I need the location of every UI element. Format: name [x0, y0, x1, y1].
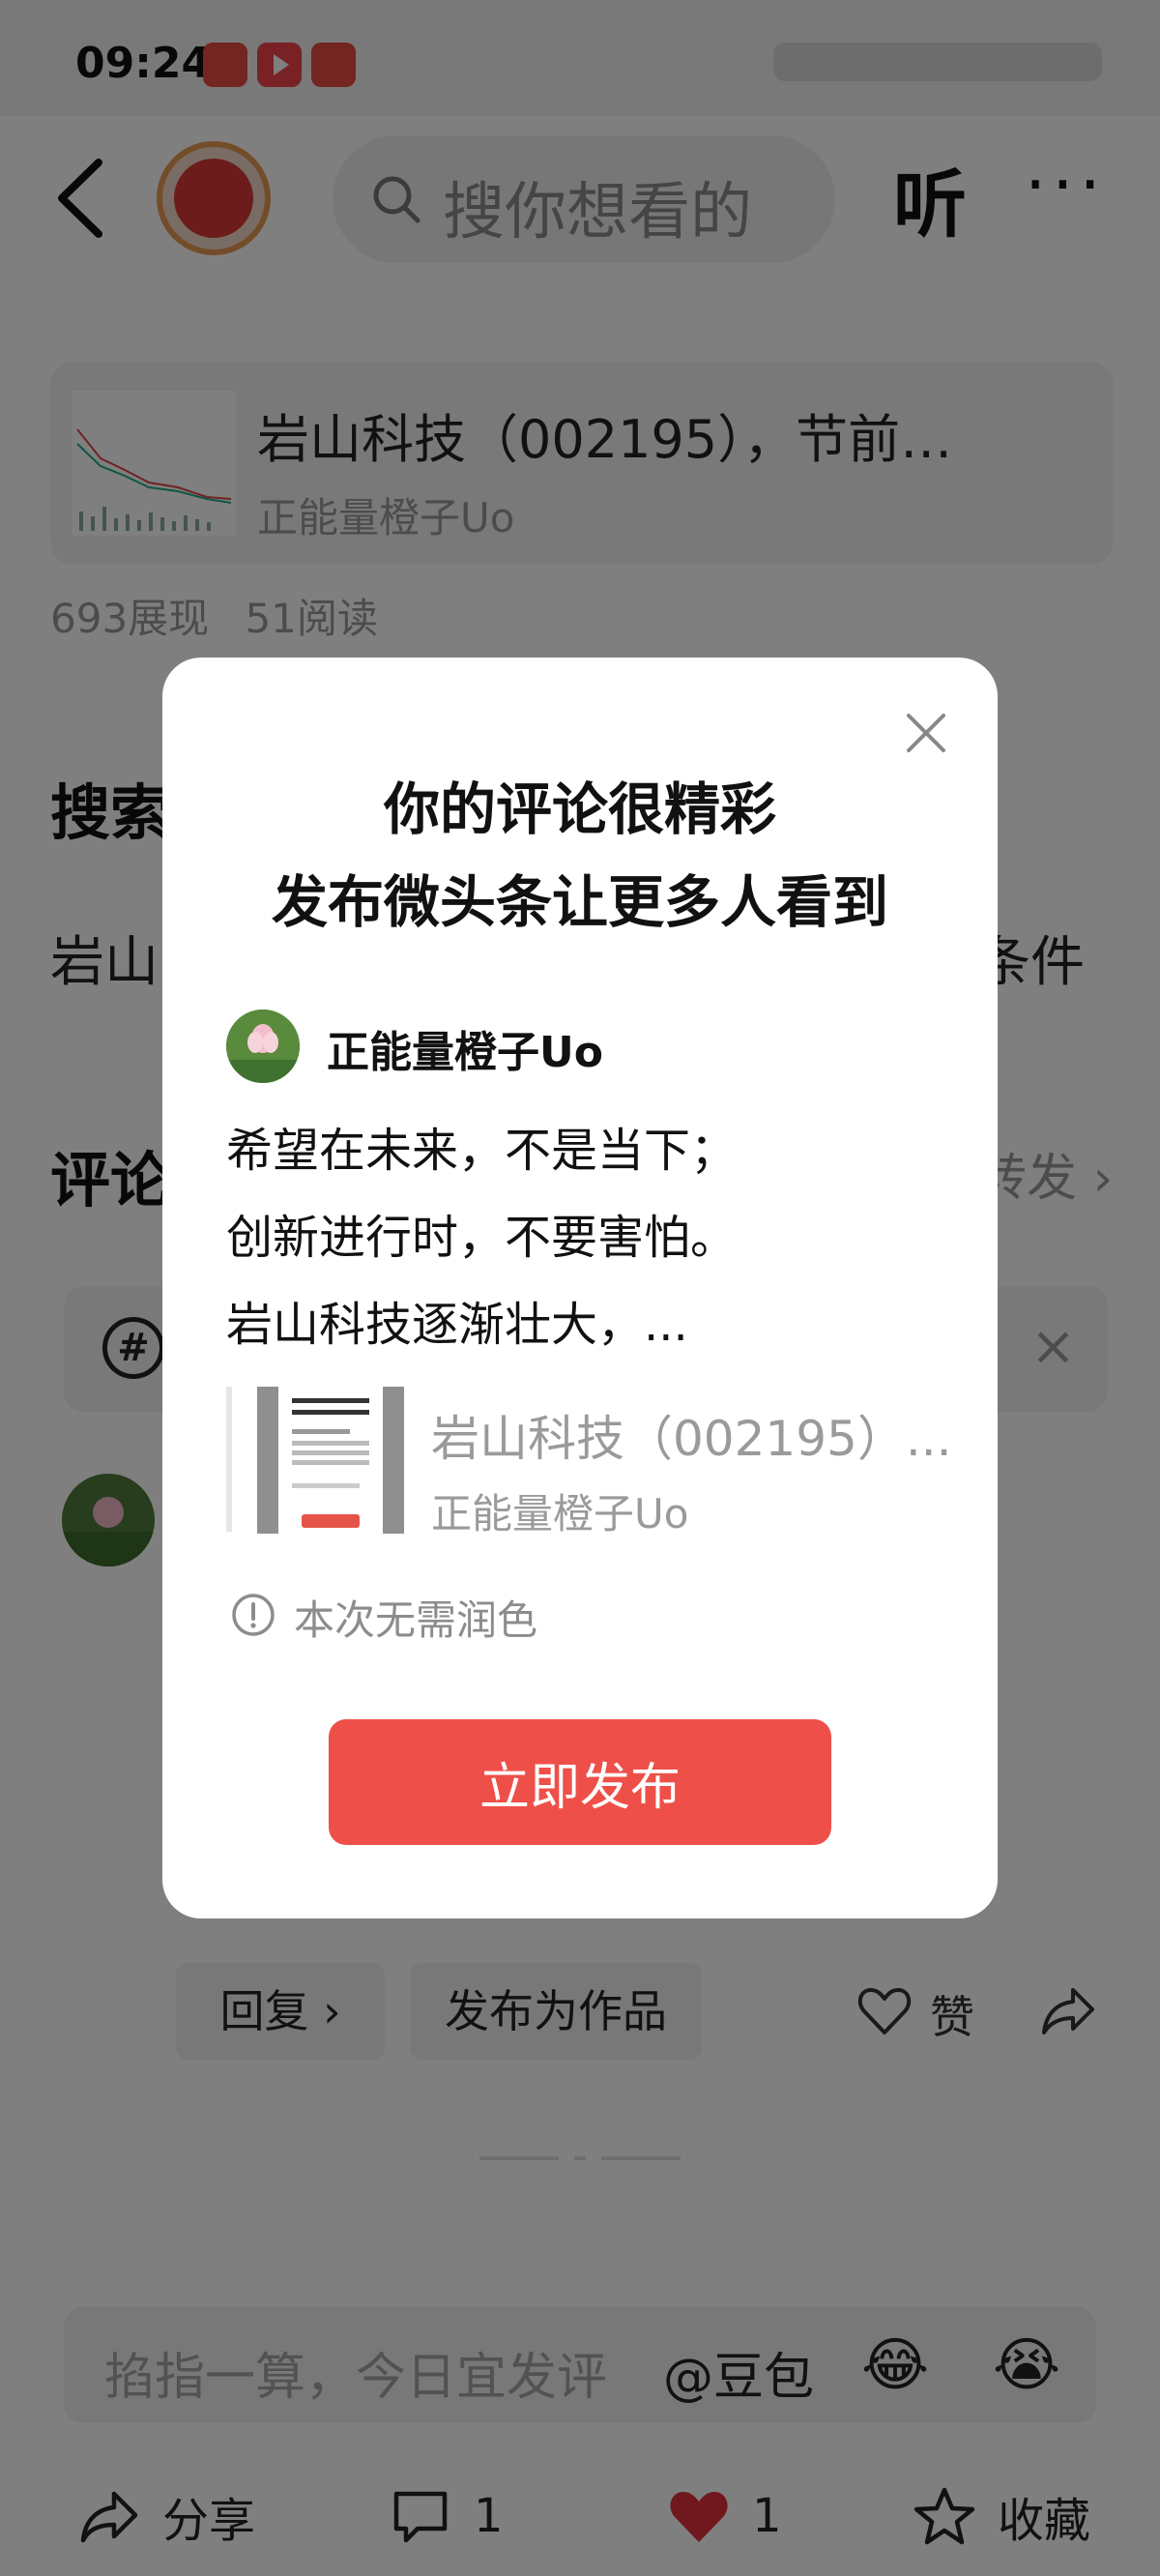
- info-icon: [232, 1594, 275, 1636]
- quoted-article-title: 岩山科技（002195）...: [431, 1411, 952, 1467]
- quoted-article-thumbnail: [257, 1387, 404, 1534]
- quoted-article-author: 正能量橙子Uo: [431, 1490, 689, 1537]
- preview-author-name: 正能量橙子Uo: [327, 1028, 603, 1077]
- publish-now-button[interactable]: 立即发布: [329, 1719, 831, 1845]
- author-avatar: [226, 1010, 300, 1083]
- dialog-title-line2: 发布微头条让更多人看到: [271, 869, 888, 935]
- publish-dialog: 你的评论很精彩 发布微头条让更多人看到 正能量橙子Uo 希望在未来，不是当下； …: [162, 658, 998, 1918]
- preview-content-line: 岩山科技逐渐壮大，...: [226, 1298, 688, 1352]
- no-polish-notice: 本次无需润色: [294, 1596, 538, 1644]
- close-icon[interactable]: [897, 704, 955, 762]
- quote-divider: [226, 1387, 232, 1532]
- dialog-title-line1: 你的评论很精彩: [383, 776, 776, 842]
- preview-content-line: 希望在未来，不是当下；: [226, 1124, 738, 1178]
- preview-content-line: 创新进行时，不要害怕。: [226, 1211, 738, 1265]
